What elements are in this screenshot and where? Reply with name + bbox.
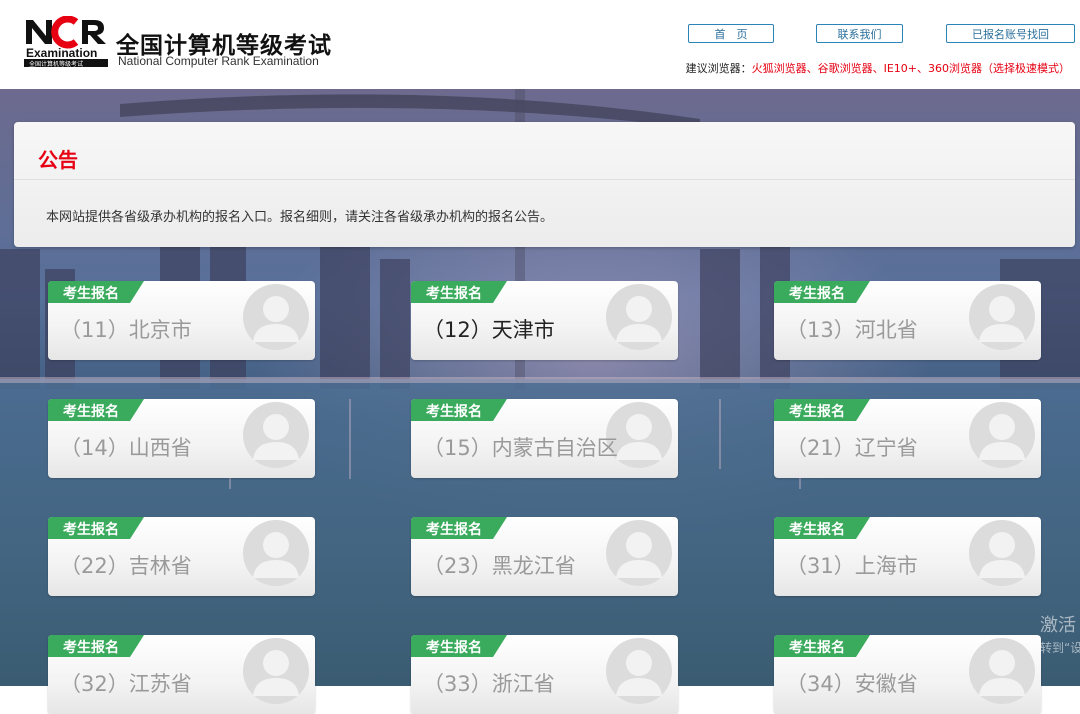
register-tag-label: 考生报名	[63, 522, 119, 538]
province-card[interactable]: 考生报名 （14）山西省	[48, 399, 315, 478]
activation-watermark: 激活 转到“设	[1040, 611, 1080, 655]
register-tag: 考生报名	[48, 399, 144, 421]
province-card[interactable]: 考生报名 （15）内蒙古自治区	[411, 399, 678, 478]
register-tag-label: 考生报名	[789, 286, 845, 302]
province-card[interactable]: 考生报名 （32）江苏省	[48, 635, 315, 714]
register-tag: 考生报名	[411, 517, 507, 539]
user-avatar-icon	[243, 520, 309, 586]
register-tag: 考生报名	[411, 635, 507, 657]
user-avatar-icon	[606, 638, 672, 704]
watermark-line1: 激活	[1040, 615, 1076, 636]
province-card[interactable]: 考生报名 （13）河北省	[774, 281, 1041, 360]
register-tag-label: 考生报名	[789, 522, 845, 538]
province-card[interactable]: 考生报名 （22）吉林省	[48, 517, 315, 596]
province-card[interactable]: 考生报名 （11）北京市	[48, 281, 315, 360]
site-subtitle: National Computer Rank Examination	[118, 54, 319, 68]
user-avatar-icon	[606, 520, 672, 586]
register-tag: 考生报名	[48, 281, 144, 303]
province-name: （11）北京市	[60, 318, 192, 342]
logo-small-text: 全国计算机等级考试	[29, 60, 83, 68]
register-tag: 考生报名	[774, 635, 870, 657]
register-tag: 考生报名	[48, 517, 144, 539]
watermark-line2: 转到“设	[1040, 641, 1080, 655]
user-avatar-icon	[969, 520, 1035, 586]
notice-panel: 公告 本网站提供各省级承办机构的报名入口。报名细则，请关注各省级承办机构的报名公…	[14, 122, 1075, 247]
home-button[interactable]: 首 页	[688, 24, 774, 43]
register-tag-label: 考生报名	[426, 286, 482, 302]
notice-body: 本网站提供各省级承办机构的报名入口。报名细则，请关注各省级承办机构的报名公告。	[46, 210, 554, 225]
register-tag: 考生报名	[411, 281, 507, 303]
province-name: （12）天津市	[423, 318, 555, 342]
browser-tip-label: 建议浏览器：	[685, 62, 752, 75]
province-name: （13）河北省	[786, 318, 918, 342]
user-avatar-icon	[606, 284, 672, 350]
register-tag-label: 考生报名	[63, 404, 119, 420]
user-avatar-icon	[969, 402, 1035, 468]
site-header: Examination 全国计算机等级考试 全国计算机等级考试 National…	[0, 0, 1080, 89]
user-avatar-icon	[243, 402, 309, 468]
province-name: （34）安徽省	[786, 672, 918, 696]
user-avatar-icon	[969, 284, 1035, 350]
register-tag: 考生报名	[411, 399, 507, 421]
province-name: （22）吉林省	[60, 554, 192, 578]
browser-tip: 建议浏览器：火狐浏览器、谷歌浏览器、IE10+、360浏览器（选择极速模式）	[686, 60, 1070, 76]
province-name: （23）黑龙江省	[423, 554, 576, 578]
register-tag-label: 考生报名	[426, 640, 482, 656]
logo-badge-text: Examination	[26, 46, 97, 60]
province-name: （21）辽宁省	[786, 436, 918, 460]
user-avatar-icon	[243, 284, 309, 350]
province-name: （15）内蒙古自治区	[423, 436, 618, 460]
notice-divider	[14, 179, 1075, 180]
province-card[interactable]: 考生报名 （33）浙江省	[411, 635, 678, 714]
province-card[interactable]: 考生报名 （12）天津市	[411, 281, 678, 360]
register-tag-label: 考生报名	[63, 640, 119, 656]
register-tag-label: 考生报名	[426, 404, 482, 420]
register-tag-label: 考生报名	[789, 404, 845, 420]
ncre-logo[interactable]: Examination 全国计算机等级考试	[24, 16, 108, 68]
province-name: （32）江苏省	[60, 672, 192, 696]
province-name: （14）山西省	[60, 436, 192, 460]
contact-us-button[interactable]: 联系我们	[816, 24, 903, 43]
register-tag: 考生报名	[774, 399, 870, 421]
register-tag-label: 考生报名	[63, 286, 119, 302]
province-card[interactable]: 考生报名 （31）上海市	[774, 517, 1041, 596]
province-name: （33）浙江省	[423, 672, 555, 696]
province-card[interactable]: 考生报名 （21）辽宁省	[774, 399, 1041, 478]
recover-account-button[interactable]: 已报名账号找回	[946, 24, 1075, 43]
province-card[interactable]: 考生报名 （34）安徽省	[774, 635, 1041, 714]
register-tag: 考生报名	[774, 281, 870, 303]
notice-title: 公告	[38, 148, 78, 172]
user-avatar-icon	[243, 638, 309, 704]
province-name: （31）上海市	[786, 554, 918, 578]
register-tag: 考生报名	[774, 517, 870, 539]
register-tag-label: 考生报名	[426, 522, 482, 538]
register-tag-label: 考生报名	[789, 640, 845, 656]
province-card[interactable]: 考生报名 （23）黑龙江省	[411, 517, 678, 596]
register-tag: 考生报名	[48, 635, 144, 657]
user-avatar-icon	[969, 638, 1035, 704]
browser-tip-value: 火狐浏览器、谷歌浏览器、IE10+、360浏览器（选择极速模式）	[751, 62, 1070, 75]
